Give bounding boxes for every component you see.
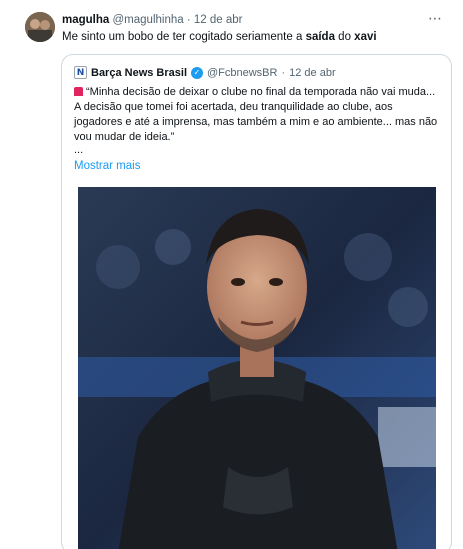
tweet-text-part: Me sinto um bobo de ter cogitado seriame… [62,31,306,43]
verified-badge-icon: ✓ [191,66,203,79]
quoted-tweet-text: “Minha decisão de deixar o clube no fina… [74,85,442,145]
tweet-date[interactable]: 12 de abr [194,14,243,26]
tweet-header: magulha @magulhinha · 12 de abr [62,14,243,26]
separator: · [186,14,191,26]
tweet-text-bold: saída [305,31,335,43]
siren-icon [74,87,83,96]
show-more-link[interactable]: Mostrar mais [74,160,140,172]
tweet[interactable]: magulha @magulhinha · 12 de abr ⋯ Me sin… [0,0,463,549]
tweet-text-bold: xavi [354,31,377,43]
separator: · [281,66,286,79]
avatar[interactable] [25,12,55,42]
quoted-date[interactable]: 12 de abr [289,67,335,79]
tweet-text-part: do [334,31,355,43]
more-icon[interactable]: ⋯ [428,10,443,27]
quoted-tweet-body: “Minha decisão de deixar o clube no fina… [74,86,438,143]
news-logo-icon[interactable]: N [74,66,87,79]
quoted-author-name[interactable]: Barça News Brasil [91,67,187,79]
tweet-text: Me sinto um bobo de ter cogitado seriame… [62,31,377,43]
photo-illustration [78,187,436,549]
quoted-tweet-header: N Barça News Brasil ✓ @FcbnewsBR · 12 de… [74,66,336,79]
author-handle[interactable]: @magulhinha [113,14,184,26]
quoted-tweet[interactable]: N Barça News Brasil ✓ @FcbnewsBR · 12 de… [61,54,452,549]
quoted-photo[interactable] [78,187,436,549]
author-name[interactable]: magulha [62,14,109,26]
quoted-ellipsis: ... [74,144,84,156]
quoted-author-handle[interactable]: @FcbnewsBR [207,67,277,79]
